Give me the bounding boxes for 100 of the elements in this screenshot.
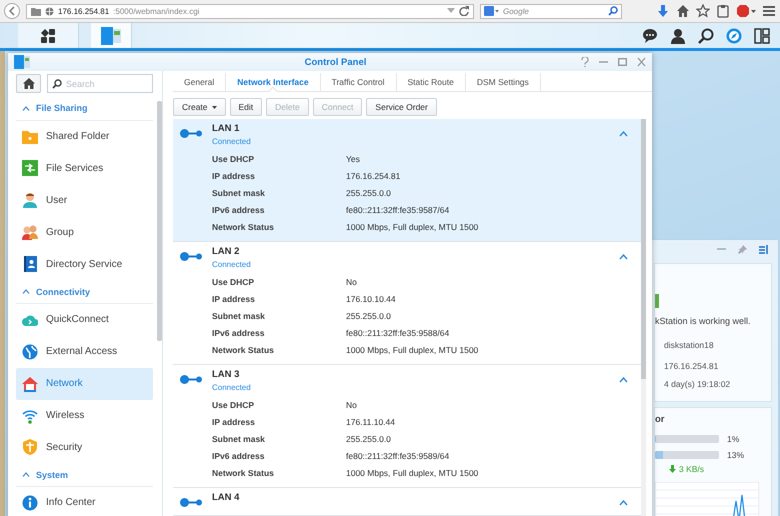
help-icon[interactable]	[581, 57, 589, 67]
file-transfer-icon	[22, 160, 38, 176]
collapse-icon[interactable]	[759, 244, 768, 254]
search-placeholder: Search	[66, 78, 95, 88]
connection-status: Connected	[212, 260, 252, 269]
sidebar-item[interactable]: File Services	[16, 152, 153, 184]
maximize-icon[interactable]	[618, 57, 627, 67]
home-icon[interactable]	[676, 4, 690, 18]
sidebar-item[interactable]: Security	[16, 431, 153, 464]
chat-icon[interactable]	[642, 28, 658, 44]
field-value: fe80::211:32ff:fe35:9589/64	[346, 450, 450, 460]
pin-icon[interactable]	[738, 244, 747, 254]
sidebar-item[interactable]: Info Center	[16, 487, 153, 516]
search-placeholder: Google	[503, 6, 530, 16]
chevron-icon[interactable]	[619, 131, 628, 137]
field-label: IP address	[212, 294, 256, 304]
globe-icon	[22, 344, 38, 360]
sidebar-item[interactable]: Group	[16, 216, 153, 248]
field-label: Network Status	[212, 344, 275, 354]
field-label: Subnet mask	[212, 310, 266, 320]
user-icon	[22, 192, 38, 208]
sidebar-item[interactable]: Directory Service	[16, 248, 153, 280]
compass-icon[interactable]	[726, 28, 742, 44]
sidebar-item[interactable]: Network	[16, 368, 153, 400]
tab[interactable]: Traffic Control	[320, 73, 396, 91]
field-label: Network Status	[212, 468, 275, 478]
usage-reading: 13%	[727, 450, 744, 460]
field-label: IPv6 address	[212, 204, 266, 214]
tab[interactable]: DSM Settings	[466, 73, 541, 91]
search-icon[interactable]	[698, 28, 714, 44]
tab[interactable]: General	[173, 73, 226, 91]
field-label: Use DHCP	[212, 154, 256, 164]
search-icon[interactable]	[608, 6, 618, 16]
field-value: fe80::211:32ff:fe35:9587/64	[346, 204, 450, 214]
search-engine-icon[interactable]	[484, 6, 499, 16]
sidebar-item[interactable]: Wireless	[16, 400, 153, 432]
sidebar-item[interactable]: External Access	[16, 336, 153, 368]
chevron-icon	[22, 472, 30, 478]
clipboard-icon[interactable]	[716, 4, 730, 18]
sidebar-item[interactable]: Shared Folder	[16, 120, 153, 153]
dropdown-icon[interactable]	[447, 8, 455, 14]
field-value: 255.255.0.0	[346, 310, 392, 320]
back-icon[interactable]	[4, 3, 20, 19]
toolbar-button[interactable]: Service Order	[366, 98, 437, 116]
main-menu-button[interactable]	[18, 23, 79, 48]
field-value: 255.255.0.0	[346, 188, 392, 198]
field-value: No	[346, 276, 358, 286]
shield-icon	[22, 439, 38, 456]
field-value: 255.255.0.0	[346, 434, 392, 444]
connection-status: Connected	[212, 383, 252, 392]
field-label: Subnet mask	[212, 188, 266, 198]
chevron-icon	[22, 289, 30, 294]
connection-status: Connected	[212, 137, 252, 146]
connection-icon	[180, 498, 202, 507]
widget-title: or	[655, 414, 664, 425]
group-icon	[22, 224, 38, 240]
address-field[interactable]: 176.16.254.81 :5000/webman/index.cgi	[26, 4, 474, 18]
chevron-icon[interactable]	[619, 254, 628, 260]
field-label: Use DHCP	[212, 400, 256, 410]
section-header[interactable]: System	[16, 463, 153, 487]
info-value: 176.16.254.81	[664, 361, 718, 371]
interface-name: LAN 2	[212, 246, 240, 257]
wifi-icon	[22, 408, 38, 424]
status-message: kStation is working well.	[655, 316, 751, 326]
caret-icon	[212, 106, 217, 108]
user-icon[interactable]	[670, 28, 686, 44]
download-arrow-icon	[669, 465, 676, 473]
reload-icon[interactable]	[459, 6, 469, 16]
chevron-icon	[22, 106, 30, 111]
network-interface-card[interactable]: LAN 4	[173, 488, 641, 516]
star-icon[interactable]	[696, 4, 710, 18]
interface-name: LAN 3	[212, 369, 240, 380]
chevron-icon[interactable]	[619, 377, 628, 383]
sidebar-item[interactable]: QuickConnect	[16, 304, 153, 336]
control-panel-taskbar-button[interactable]	[91, 23, 132, 48]
connection-icon	[180, 252, 202, 261]
sidebar-item[interactable]: User	[16, 184, 153, 216]
toolbar-button[interactable]: Edit	[230, 98, 262, 116]
chevron-icon[interactable]	[619, 500, 628, 506]
tab[interactable]: Static Route	[396, 73, 466, 91]
toolbar-button[interactable]: Create	[173, 98, 226, 116]
interface-name: LAN 1	[212, 123, 240, 134]
search-field[interactable]: Google	[480, 4, 622, 18]
download-rate: 3 KB/s	[679, 464, 704, 474]
field-value: Yes	[346, 154, 361, 164]
download-icon[interactable]	[656, 4, 670, 18]
scrollbar[interactable]	[641, 119, 646, 379]
scrollbar[interactable]	[157, 101, 162, 341]
home-button[interactable]	[16, 74, 41, 93]
section-header[interactable]: Connectivity	[16, 280, 153, 304]
info-value: 4 day(s) 19:18:02	[664, 379, 730, 389]
folder-icon	[31, 6, 41, 16]
search-icon	[52, 78, 62, 88]
field-label: Subnet mask	[212, 434, 266, 444]
close-icon[interactable]	[637, 57, 646, 67]
section-header[interactable]: File Sharing	[16, 97, 153, 121]
field-value: No	[346, 400, 358, 410]
network-interface-card[interactable]: LAN 1 Connected Use DHCP Yes IP address 176.16.254.81 Subnet mask 255.255.0.0 IPv6 address fe80::211:32ff:fe35:9587/64 Network Status 1000 Mbps, Full duplex, MTU 1500	[173, 119, 641, 242]
menu-icon[interactable]	[762, 4, 776, 18]
widgets-icon[interactable]	[754, 28, 770, 44]
